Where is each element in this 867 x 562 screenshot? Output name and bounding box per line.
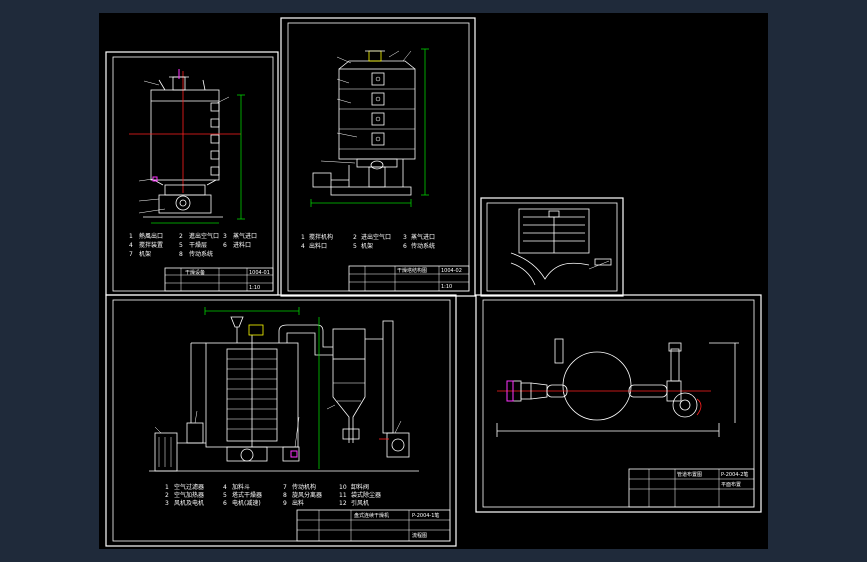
legend-num: 5	[179, 242, 183, 249]
sheet-5[interactable]: 管道布置图 P-2004-2笔 平面布置	[475, 294, 762, 513]
legend-num: 1	[129, 233, 133, 240]
legend-num: 4	[223, 484, 227, 491]
title-block-scale: 平面布置	[721, 481, 741, 488]
legend-num: 3	[223, 233, 227, 240]
legend-num: 5	[353, 243, 357, 250]
sheet-1-title-block: 干燥设备 1004-01 1:10	[164, 267, 274, 292]
legend-text: 空气加热器	[174, 491, 204, 499]
legend-num: 1	[165, 484, 169, 491]
title-block-code: P-2004-2笔	[721, 471, 748, 478]
legend-num: 8	[283, 492, 287, 499]
legend-text: 进料口	[233, 241, 251, 249]
legend-text: 空气过滤器	[174, 483, 204, 491]
title-block-name: 管道布置图	[677, 471, 702, 478]
title-block-scale: 1:10	[249, 285, 260, 291]
legend-num: 7	[129, 251, 133, 258]
legend-num: 2	[165, 492, 169, 499]
legend-text: 出料	[292, 499, 304, 507]
title-block-code: 1004-01	[249, 270, 270, 276]
legend-text: 机架	[361, 242, 373, 250]
sheet-2-legend: 1 搅拌机构 2 进出空气口 3 蒸气进口 4 出料口 5 机架 6 传动系统	[301, 233, 435, 250]
legend-num: 12	[339, 500, 347, 507]
legend-text: 传动系统	[189, 250, 213, 258]
legend-num: 5	[223, 492, 227, 499]
legend-text: 旋风分离器	[292, 491, 322, 499]
legend-num: 4	[129, 242, 133, 249]
sheet-4-title-block: 盘式连续干燥机 P-2004-1笔 流程图	[296, 509, 451, 542]
legend-text: 袋式除尘器	[351, 491, 381, 499]
legend-num: 3	[165, 500, 169, 507]
cad-viewport[interactable]: 1 熱風出口 2 進出空气口 3 蒸气进口 4 搅拌装置 5 干燥层 6 进料口…	[99, 13, 768, 549]
legend-text: 传动机构	[292, 483, 316, 491]
legend-num: 6	[403, 243, 407, 250]
legend-text: 卸料阀	[351, 483, 369, 491]
legend-num: 3	[403, 234, 407, 241]
drawing-canvas: 1 熱風出口 2 進出空气口 3 蒸气进口 4 搅拌装置 5 干燥层 6 进料口…	[105, 17, 762, 547]
sheet-2-title-block: 干燥塔结构图 1004-02 1:10	[348, 265, 470, 292]
title-block-code: 1004-02	[441, 268, 462, 274]
title-block-scale: 流程图	[412, 532, 427, 539]
legend-text: 风机及电机	[174, 499, 204, 507]
legend-text: 进出空气口	[361, 233, 391, 241]
legend-num: 7	[283, 484, 287, 491]
legend-num: 6	[223, 242, 227, 249]
legend-num: 6	[223, 500, 227, 507]
legend-text: 机架	[139, 250, 151, 258]
sheet-3[interactable]	[480, 197, 624, 297]
legend-text: 搅拌装置	[139, 241, 163, 249]
legend-text: 干燥层	[189, 241, 207, 249]
legend-num: 11	[339, 492, 347, 499]
legend-num: 1	[301, 234, 305, 241]
legend-num: 10	[339, 484, 347, 491]
legend-text: 出料口	[309, 242, 327, 250]
title-block-name: 盘式连续干燥机	[354, 512, 389, 519]
legend-num: 2	[353, 234, 357, 241]
title-block-name: 干燥设备	[185, 269, 205, 276]
legend-num: 4	[301, 243, 305, 250]
sheet-4[interactable]: 1 空气过滤器 2 空气加热器 3 风机及电机 4 加料斗 5 塔式干燥器 6 …	[105, 294, 457, 547]
sheet-2[interactable]: 1 搅拌机构 2 进出空气口 3 蒸气进口 4 出料口 5 机架 6 传动系统 …	[280, 17, 476, 297]
legend-text: 搅拌机构	[309, 233, 333, 241]
sheet-5-title-block: 管道布置图 P-2004-2笔 平面布置	[628, 468, 755, 508]
legend-text: 电机(减速)	[232, 499, 261, 507]
legend-num: 9	[283, 500, 287, 507]
legend-text: 進出空气口	[189, 232, 219, 240]
legend-text: 蒸气进口	[233, 232, 257, 240]
legend-text: 引风机	[351, 499, 369, 507]
sheet-1[interactable]: 1 熱風出口 2 進出空气口 3 蒸气进口 4 搅拌装置 5 干燥层 6 进料口…	[105, 51, 279, 296]
legend-num: 8	[179, 251, 183, 258]
title-block-name: 干燥塔结构图	[397, 267, 427, 274]
legend-text: 熱風出口	[139, 232, 163, 240]
title-block-scale: 1:10	[441, 284, 452, 290]
legend-text: 塔式干燥器	[232, 491, 262, 499]
legend-text: 蒸气进口	[411, 233, 435, 241]
legend-text: 加料斗	[232, 483, 250, 491]
sheet-1-legend: 1 熱風出口 2 進出空气口 3 蒸气进口 4 搅拌装置 5 干燥层 6 进料口…	[129, 232, 257, 258]
title-block-code: P-2004-1笔	[412, 512, 439, 519]
legend-text: 传动系统	[411, 242, 435, 250]
legend-num: 2	[179, 233, 183, 240]
sheet-4-legend: 1 空气过滤器 2 空气加热器 3 风机及电机 4 加料斗 5 塔式干燥器 6 …	[165, 483, 381, 507]
